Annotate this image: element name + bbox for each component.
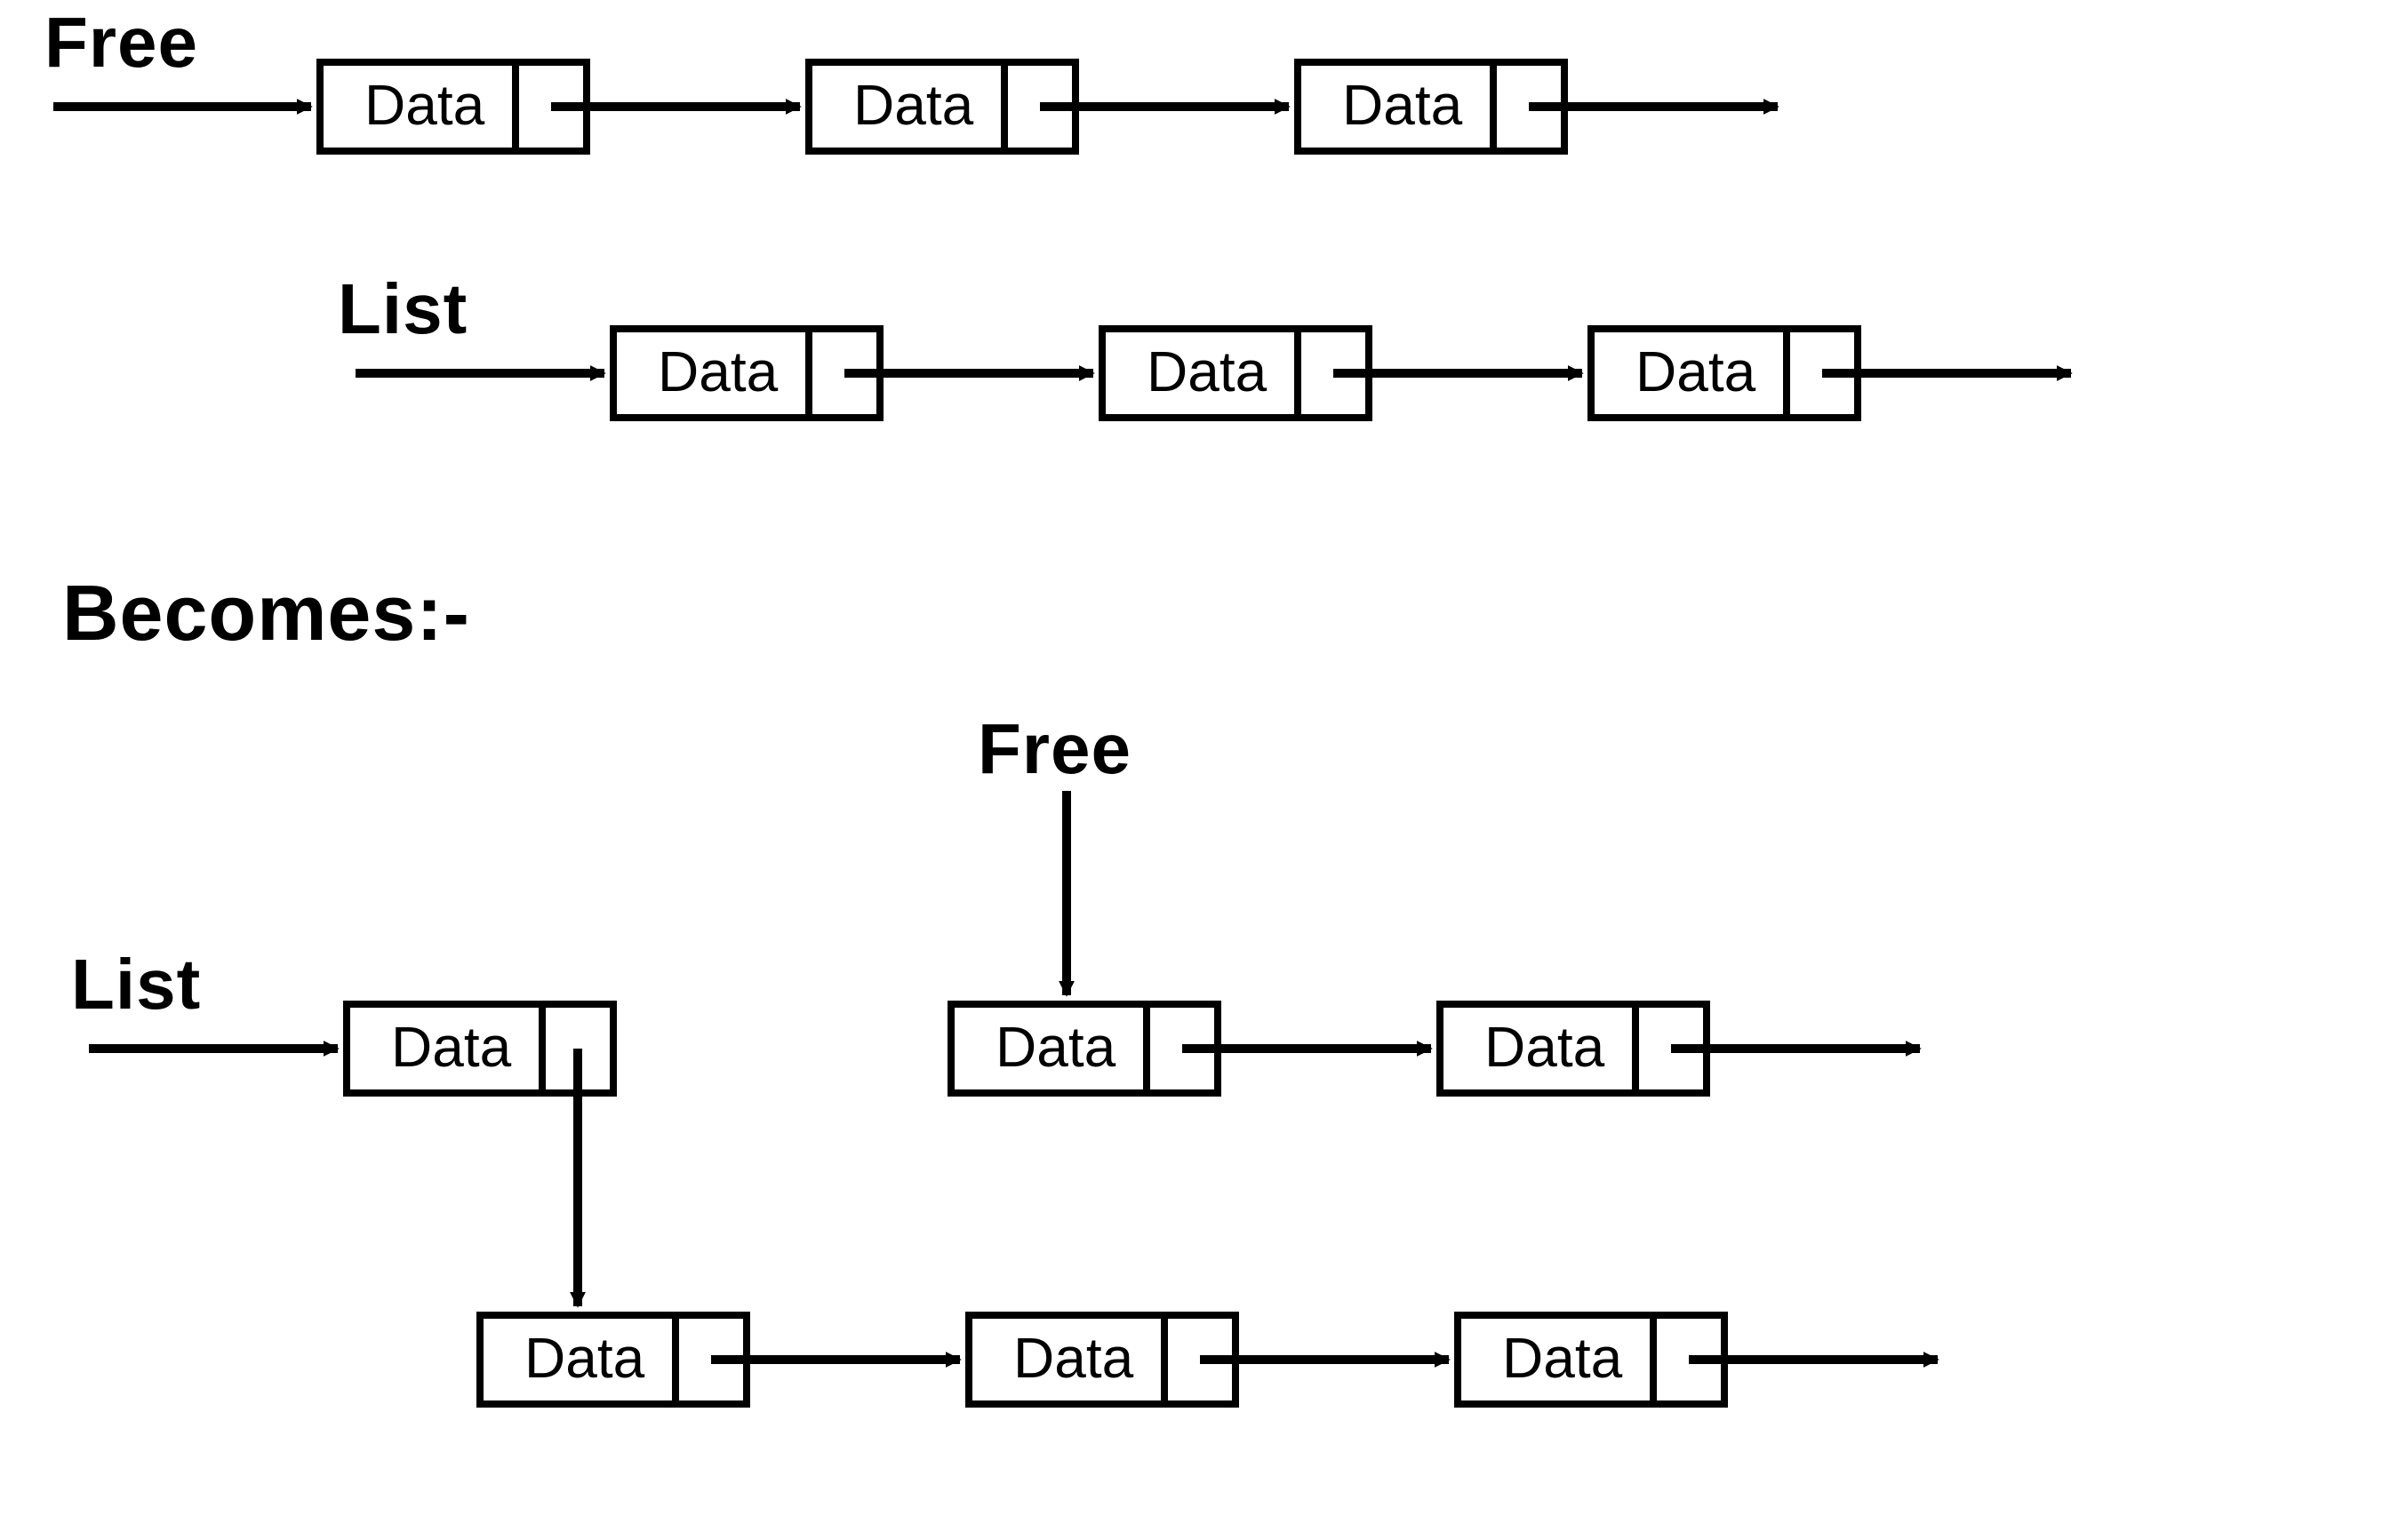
free-label-before: Free bbox=[44, 3, 198, 82]
list-node-2-after: Data bbox=[480, 1315, 960, 1404]
list-node-1-before: Data bbox=[613, 329, 1093, 418]
list-node-2-before: Data bbox=[1102, 329, 1582, 418]
node-data-label: Data bbox=[364, 73, 485, 137]
list-label-before: List bbox=[338, 269, 468, 348]
node-data-label: Data bbox=[1147, 339, 1267, 403]
node-data-label: Data bbox=[1342, 73, 1463, 137]
free-node-2-before: Data bbox=[809, 62, 1289, 151]
node-data-label: Data bbox=[996, 1015, 1116, 1079]
list-node-3-before: Data bbox=[1591, 329, 2071, 418]
node-data-label: Data bbox=[1484, 1015, 1605, 1079]
list-head-node-after: Data bbox=[347, 1004, 613, 1306]
node-data-label: Data bbox=[391, 1015, 512, 1079]
list-node-4-after: Data bbox=[1458, 1315, 1938, 1404]
free-node-3-before: Data bbox=[1298, 62, 1778, 151]
free-label-after: Free bbox=[978, 709, 1132, 788]
node-data-label: Data bbox=[1502, 1326, 1623, 1390]
node-data-label: Data bbox=[1013, 1326, 1134, 1390]
list-node-3-after: Data bbox=[969, 1315, 1449, 1404]
node-data-label: Data bbox=[853, 73, 974, 137]
becomes-label: Becomes:- bbox=[62, 569, 470, 657]
node-data-label: Data bbox=[524, 1326, 645, 1390]
free-node-1-after: Data bbox=[951, 1004, 1431, 1093]
node-data-label: Data bbox=[658, 339, 779, 403]
list-label-after: List bbox=[71, 945, 201, 1024]
node-data-label: Data bbox=[1635, 339, 1756, 403]
linked-list-diagram: Free Data Data Data List Data Data Data … bbox=[0, 0, 2407, 1540]
free-node-1-before: Data bbox=[320, 62, 800, 151]
free-node-2-after: Data bbox=[1440, 1004, 1920, 1093]
